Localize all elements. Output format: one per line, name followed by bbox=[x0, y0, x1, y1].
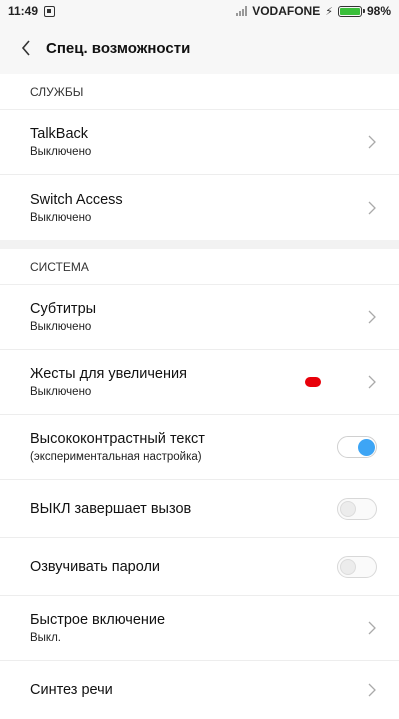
charging-icon: ⚡ bbox=[325, 5, 333, 18]
settings-item-quick-enable[interactable]: Быстрое включение Выкл. bbox=[0, 596, 399, 661]
chevron-right-icon bbox=[368, 375, 376, 389]
toggle-knob bbox=[358, 438, 375, 456]
section-header-services: СЛУЖБЫ bbox=[0, 74, 399, 110]
item-title: Жесты для увеличения bbox=[30, 366, 187, 382]
item-subtitle: Выключено bbox=[30, 146, 92, 158]
chevron-right-icon bbox=[368, 310, 376, 324]
section-header-system: СИСТЕМА bbox=[0, 249, 399, 285]
chevron-right-icon bbox=[368, 201, 376, 214]
item-title: TalkBack bbox=[30, 126, 89, 142]
battery-level bbox=[339, 7, 360, 15]
item-subtitle: Выкл. bbox=[30, 632, 62, 644]
chevron-right-icon bbox=[368, 135, 376, 149]
status-left: 11:49 bbox=[8, 4, 56, 18]
notification-icon bbox=[44, 5, 56, 17]
battery-percent: 98% bbox=[366, 4, 391, 18]
item-subtitle: Выключено bbox=[30, 211, 92, 224]
app-header: Спец. возможности bbox=[0, 22, 399, 74]
settings-item-switch-access[interactable]: Switch Access Выключено bbox=[0, 175, 399, 240]
toggle-knob bbox=[340, 500, 356, 517]
carrier-name: VODAFONE bbox=[252, 4, 321, 18]
status-time: 11:49 bbox=[8, 4, 39, 18]
chevron-right-icon bbox=[368, 621, 376, 635]
item-title: Субтитры bbox=[30, 301, 97, 317]
settings-item-tts[interactable]: Синтез речи bbox=[0, 661, 399, 719]
signal-icon bbox=[236, 6, 248, 16]
item-subtitle: Выключено bbox=[30, 321, 92, 333]
settings-item-speak-passwords[interactable]: Озвучивать пароли bbox=[0, 538, 399, 596]
battery-icon bbox=[337, 5, 365, 17]
settings-item-power-ends-call[interactable]: ВЫКЛ завершает вызов bbox=[0, 480, 399, 538]
item-subtitle: (экспериментальная настройка) bbox=[30, 451, 202, 463]
item-subtitle: Выключено bbox=[30, 386, 92, 398]
item-title: Высококонтрастный текст bbox=[30, 431, 205, 447]
item-title: Switch Access bbox=[30, 191, 123, 208]
settings-item-subtitles[interactable]: Субтитры Выключено bbox=[0, 285, 399, 350]
back-button[interactable] bbox=[14, 36, 38, 60]
settings-item-magnification-gestures[interactable]: Жесты для увеличения Выключено bbox=[0, 350, 399, 415]
red-marker bbox=[305, 377, 321, 387]
toggle-knob bbox=[340, 558, 356, 575]
speak-passwords-toggle[interactable] bbox=[337, 555, 377, 578]
status-bar: 11:49 VODAFONE ⚡ 98% bbox=[0, 0, 399, 22]
item-title: Синтез речи bbox=[30, 682, 113, 698]
section-divider bbox=[0, 240, 399, 249]
settings-item-talkback[interactable]: TalkBack Выключено bbox=[0, 110, 399, 175]
page-title: Спец. возможности bbox=[46, 39, 191, 57]
item-title: Быстрое включение bbox=[30, 612, 166, 628]
chevron-left-icon bbox=[21, 40, 30, 56]
item-title: ВЫКЛ завершает вызов bbox=[30, 500, 192, 517]
power-ends-call-toggle[interactable] bbox=[337, 497, 377, 520]
high-contrast-toggle[interactable] bbox=[337, 436, 377, 458]
settings-item-high-contrast-text[interactable]: Высококонтрастный текст (экспериментальн… bbox=[0, 415, 399, 480]
item-title: Озвучивать пароли bbox=[30, 558, 161, 575]
chevron-right-icon bbox=[368, 683, 376, 697]
status-right: VODAFONE ⚡ 98% bbox=[236, 4, 391, 18]
